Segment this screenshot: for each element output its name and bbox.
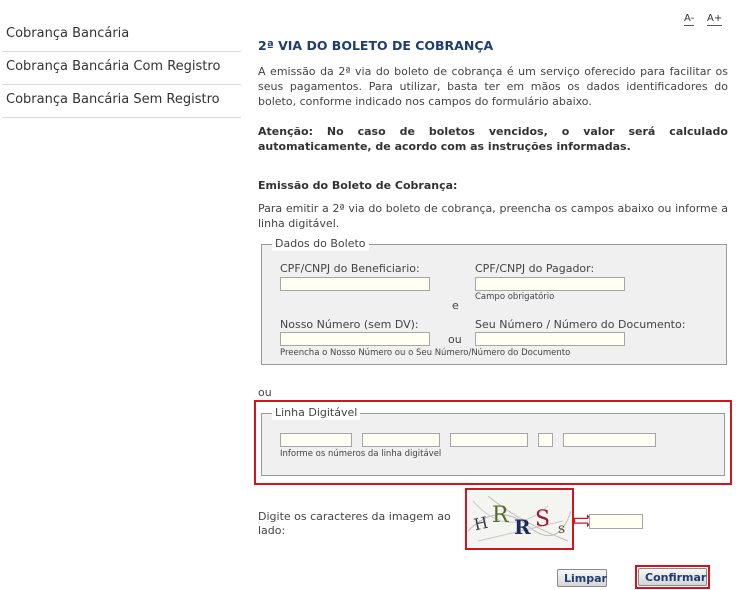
captcha-input[interactable] — [589, 514, 643, 529]
linha-digitavel-field-3[interactable] — [450, 433, 528, 447]
linha-digitavel-field-1[interactable] — [280, 433, 352, 447]
intro-text: A emissão da 2ª via do boleto de cobranç… — [258, 65, 728, 108]
sidebar-item-cobranca-sem-registro[interactable]: Cobrança Bancária Sem Registro — [2, 85, 241, 118]
seu-numero-input[interactable] — [475, 332, 625, 346]
captcha-char-4: S — [535, 507, 551, 532]
captcha-image: H R R S s — [468, 491, 571, 547]
font-increase-button[interactable]: A+ — [707, 13, 723, 26]
sidebar-item-cobranca-com-registro[interactable]: Cobrança Bancária Com Registro — [2, 52, 241, 85]
linha-digitavel-field-4[interactable] — [538, 433, 553, 447]
ou-separator: ou — [258, 386, 272, 399]
font-decrease-button[interactable]: A- — [684, 13, 695, 26]
sidebar: Cobrança Bancária Cobrança Bancária Com … — [2, 19, 241, 118]
captcha-label: Digite os caracteres da imagem ao lado: — [258, 510, 451, 537]
section-title: Emissão do Boleto de Cobrança: — [258, 179, 458, 192]
campo-obrigatorio-hint: Campo obrigatório — [475, 292, 555, 302]
cpf-pagador-label: CPF/CNPJ do Pagador: — [475, 262, 595, 275]
cpf-beneficiario-input[interactable] — [280, 277, 430, 291]
ou-label: ou — [448, 333, 462, 346]
linha-digitavel-fieldset: Linha Digitável Informe os números da li… — [261, 405, 725, 476]
nosso-numero-input[interactable] — [280, 332, 430, 346]
seu-numero-label: Seu Número / Número do Documento: — [475, 318, 686, 331]
section-text: Para emitir a 2ª via do boleto de cobran… — [258, 202, 728, 230]
cpf-beneficiario-label: CPF/CNPJ do Beneficiario: — [280, 262, 420, 275]
cpf-pagador-input[interactable] — [475, 277, 625, 291]
confirmar-button[interactable]: Confirmar — [638, 568, 707, 586]
e-label: e — [452, 299, 459, 312]
linha-digitavel-hint: Informe os números da linha digitável — [280, 449, 442, 459]
page-title: 2ª VIA DO BOLETO DE COBRANÇA — [258, 38, 494, 53]
limpar-button[interactable]: Limpar — [557, 569, 607, 587]
dados-boleto-hint: Preencha o Nosso Número ou o Seu Número/… — [280, 348, 571, 358]
nosso-numero-label: Nosso Número (sem DV): — [280, 318, 419, 331]
captcha-char-3: R — [514, 515, 531, 539]
dados-boleto-fieldset: Dados do Boleto CPF/CNPJ do Beneficiario… — [261, 236, 727, 365]
linha-digitavel-field-5[interactable] — [563, 433, 656, 447]
linha-digitavel-field-2[interactable] — [362, 433, 440, 447]
captcha-char-5: s — [558, 521, 566, 537]
attention-text: Atenção: No caso de boletos vencidos, o … — [258, 125, 728, 153]
linha-digitavel-legend: Linha Digitável — [272, 405, 361, 420]
dados-boleto-legend: Dados do Boleto — [272, 236, 369, 251]
captcha-char-2: R — [492, 503, 509, 528]
sidebar-item-cobranca-bancaria[interactable]: Cobrança Bancária — [2, 19, 241, 52]
